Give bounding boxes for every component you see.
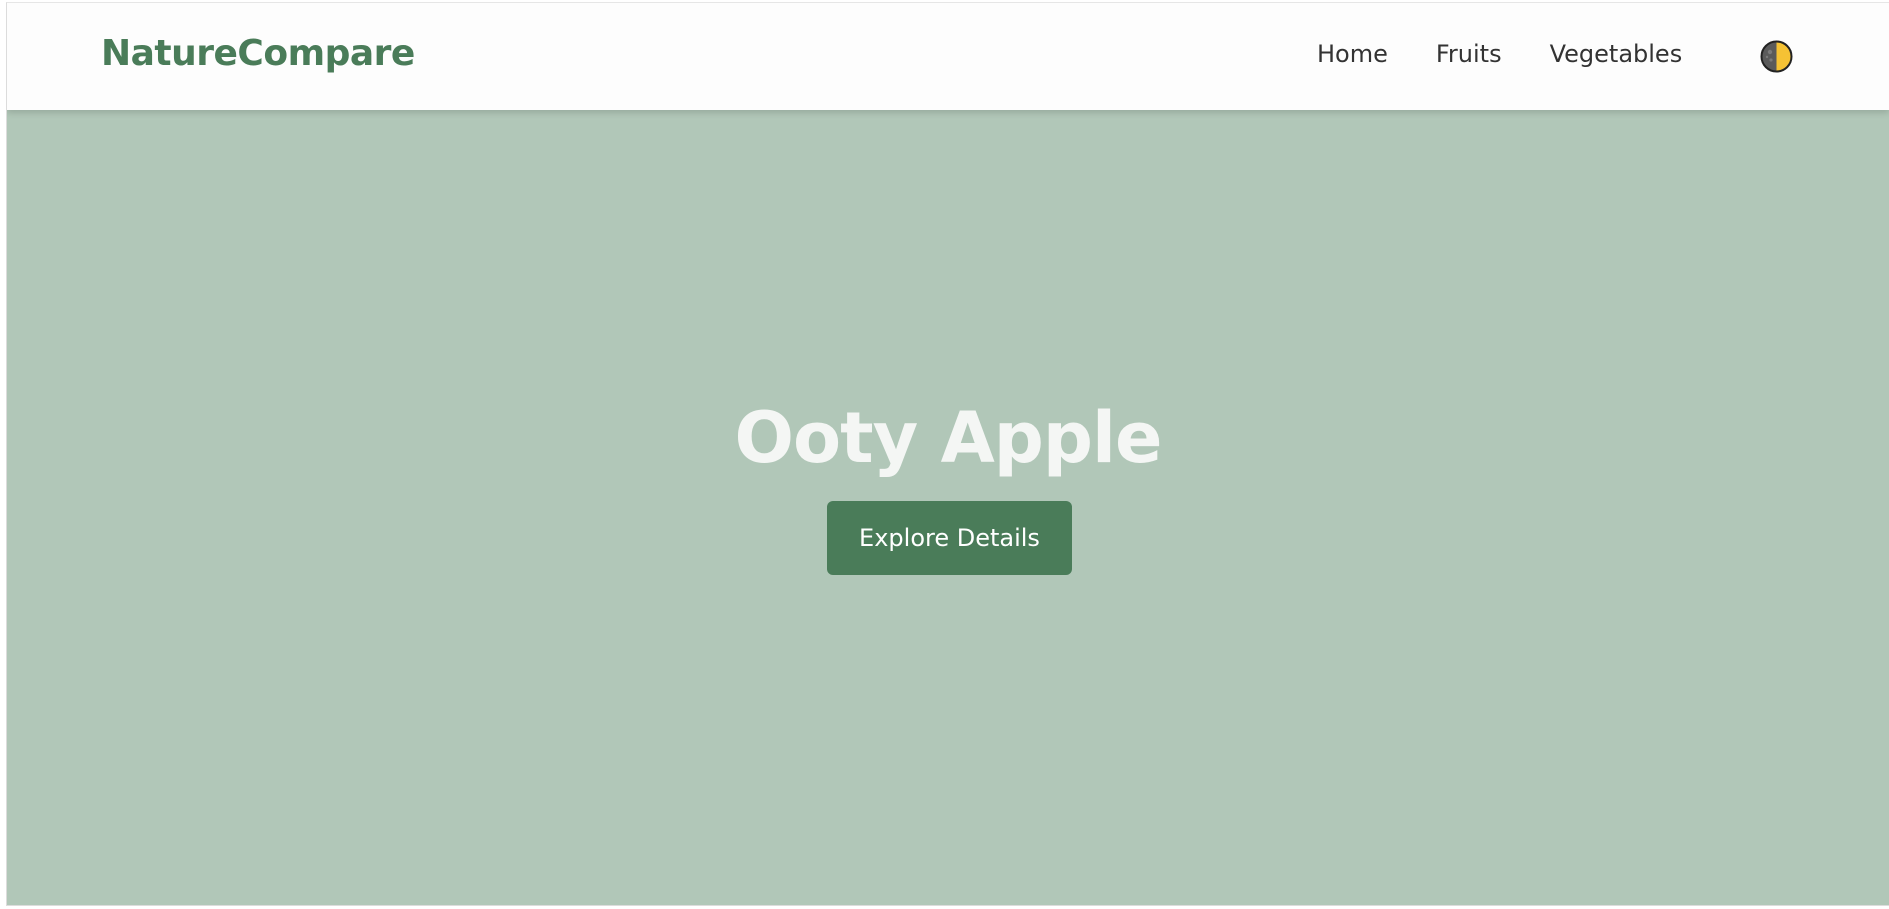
hero-title: Ooty Apple bbox=[734, 396, 1163, 479]
browser-viewport: NatureCompare Home Fruits Vegetables Oot… bbox=[6, 2, 1889, 906]
theme-toggle-button[interactable] bbox=[1760, 40, 1793, 73]
nav-link-fruits[interactable]: Fruits bbox=[1436, 40, 1502, 68]
navbar: NatureCompare Home Fruits Vegetables bbox=[7, 3, 1889, 110]
explore-details-button[interactable]: Explore Details bbox=[827, 501, 1072, 575]
nav-link-home[interactable]: Home bbox=[1317, 40, 1388, 68]
half-moon-theme-icon bbox=[1760, 40, 1793, 73]
nav-links: Home Fruits Vegetables bbox=[1317, 40, 1730, 68]
nav-link-vegetables[interactable]: Vegetables bbox=[1550, 40, 1683, 68]
hero-section: Ooty Apple Explore Details bbox=[7, 110, 1889, 905]
brand-logo[interactable]: NatureCompare bbox=[101, 33, 415, 74]
